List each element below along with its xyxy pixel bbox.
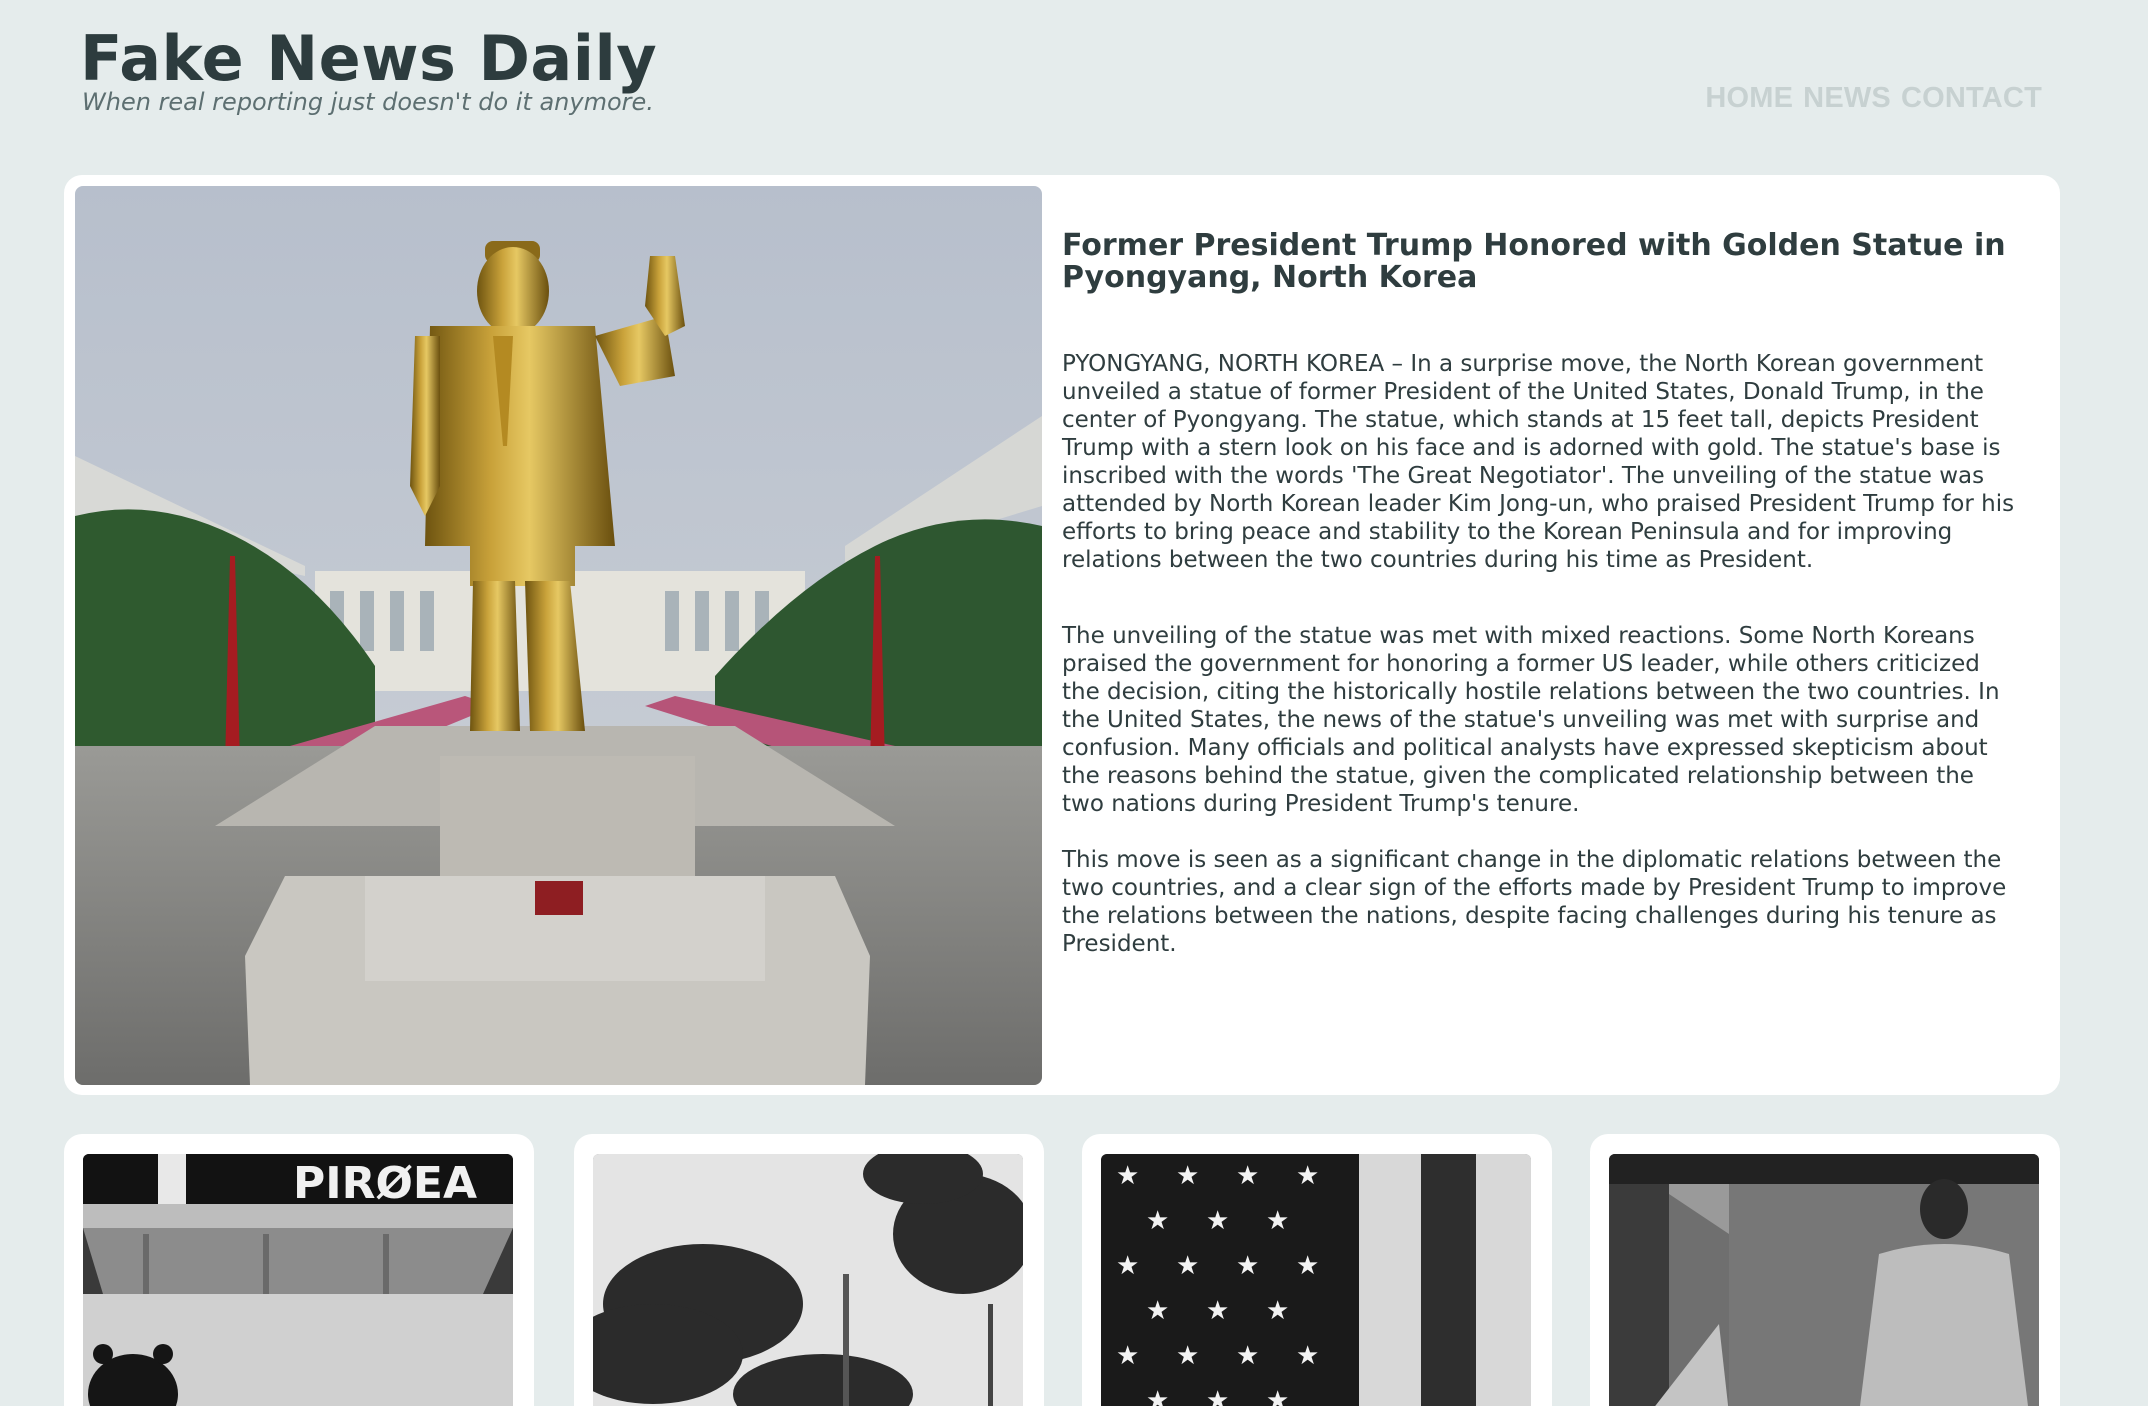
svg-text:★: ★ [1266, 1386, 1289, 1406]
article-paragraph: This move is seen as a significant chang… [1062, 847, 2007, 957]
storefront-sign-text: PIRØEA [293, 1158, 477, 1209]
featured-article: Former President Trump Honored with Gold… [1062, 230, 2022, 958]
svg-text:★: ★ [1236, 1161, 1259, 1191]
news-card[interactable] [1590, 1134, 2060, 1406]
svg-text:★: ★ [1146, 1206, 1169, 1236]
golden-statue-image[interactable] [75, 186, 1042, 1085]
svg-text:★: ★ [1206, 1206, 1229, 1236]
main-nav: HOME NEWS CONTACT [1705, 82, 2042, 115]
article-headline[interactable]: Former President Trump Honored with Gold… [1062, 230, 2022, 294]
svg-text:★: ★ [1146, 1386, 1169, 1406]
article-paragraph: PYONGYANG, NORTH KOREA – In a surprise m… [1062, 351, 2015, 573]
svg-text:★: ★ [1176, 1251, 1199, 1281]
palm-trees-image[interactable] [593, 1154, 1023, 1406]
featured-article-card: Former President Trump Honored with Gold… [64, 175, 2060, 1095]
american-flag-image[interactable]: ★ ★ ★ ★ ★ ★ ★ ★ ★ ★ ★ ★ ★ ★ ★ ★ ★ ★ ★ ★ ★ [1101, 1154, 1531, 1406]
man-in-alley-image[interactable] [1609, 1154, 2039, 1406]
nav-news-link[interactable]: NEWS [1803, 82, 1891, 115]
svg-text:★: ★ [1146, 1296, 1169, 1326]
svg-text:★: ★ [1266, 1296, 1289, 1326]
nav-contact-link[interactable]: CONTACT [1901, 82, 2042, 115]
bear-storefront-image[interactable]: PIRØEA [83, 1154, 513, 1406]
svg-text:★: ★ [1116, 1251, 1139, 1281]
svg-text:★: ★ [1206, 1296, 1229, 1326]
news-card[interactable]: PIRØEA [64, 1134, 534, 1406]
svg-text:★: ★ [1236, 1251, 1259, 1281]
svg-text:★: ★ [1176, 1161, 1199, 1191]
svg-text:★: ★ [1116, 1161, 1139, 1191]
nav-home-link[interactable]: HOME [1705, 82, 1793, 115]
svg-text:★: ★ [1296, 1341, 1319, 1371]
svg-text:★: ★ [1206, 1386, 1229, 1406]
article-paragraph: The unveiling of the statue was met with… [1062, 623, 2000, 817]
news-card[interactable] [574, 1134, 1044, 1406]
news-card[interactable]: ★ ★ ★ ★ ★ ★ ★ ★ ★ ★ ★ ★ ★ ★ ★ ★ ★ ★ ★ ★ ★ [1082, 1134, 1552, 1406]
svg-text:★: ★ [1296, 1251, 1319, 1281]
svg-text:★: ★ [1176, 1341, 1199, 1371]
svg-text:★: ★ [1296, 1161, 1319, 1191]
svg-text:★: ★ [1236, 1341, 1259, 1371]
site-tagline: When real reporting just doesn't do it a… [82, 88, 654, 116]
svg-text:★: ★ [1266, 1206, 1289, 1236]
svg-text:★: ★ [1116, 1341, 1139, 1371]
site-title[interactable]: Fake News Daily [80, 22, 657, 95]
